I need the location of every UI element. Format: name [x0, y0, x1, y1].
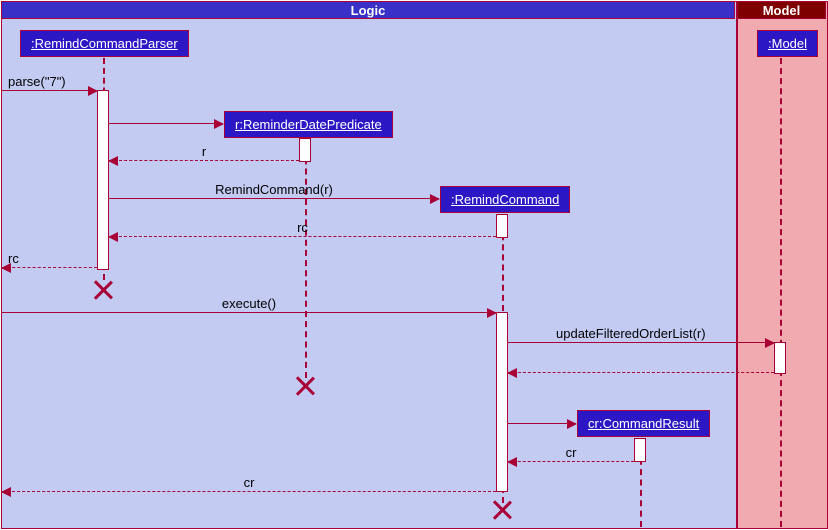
participant-remind-command: :RemindCommand [440, 186, 570, 213]
activation-remind-command-parser [97, 90, 109, 270]
activation-command-result [634, 438, 646, 462]
destroy-reminder-date-predicate [295, 376, 315, 396]
msg-return-rc-label: rc [109, 220, 496, 235]
lifeline-model [780, 58, 782, 527]
msg-create-r [109, 123, 223, 124]
msg-return-cr: cr [508, 461, 634, 462]
msg-parse-label: parse("7") [8, 74, 66, 89]
msg-create-rc: RemindCommand(r) [109, 198, 439, 199]
msg-create-rc-label: RemindCommand(r) [109, 182, 439, 197]
msg-update-filtered: updateFilteredOrderList(r) [508, 342, 774, 343]
msg-create-cr [508, 423, 576, 424]
msg-return-rc: rc [109, 236, 496, 237]
participant-reminder-date-predicate: r:ReminderDatePredicate [224, 111, 393, 138]
msg-return-cr-out-label: cr [2, 475, 496, 490]
participant-command-result: cr:CommandResult [577, 410, 710, 437]
msg-return-model [508, 372, 774, 373]
participant-remind-command-parser: :RemindCommandParser [20, 30, 189, 57]
msg-return-cr-label: cr [508, 445, 634, 460]
partition-logic-title: Logic [1, 1, 735, 19]
partition-model [737, 1, 828, 529]
msg-execute: execute() [2, 312, 496, 313]
destroy-remind-command [492, 500, 512, 520]
msg-return-r: r [109, 160, 299, 161]
activation-reminder-date-predicate-create [299, 138, 311, 162]
msg-return-cr-out: cr [2, 491, 496, 492]
partition-model-title: Model [737, 1, 826, 19]
msg-return-rc-out-label: rc [8, 251, 19, 266]
activation-model [774, 342, 786, 374]
msg-return-r-label: r [109, 144, 299, 159]
participant-model: :Model [757, 30, 818, 57]
activation-remind-command-create [496, 214, 508, 238]
msg-execute-label: execute() [2, 296, 496, 311]
msg-return-rc-out: rc [2, 267, 97, 268]
lifeline-reminder-date-predicate [305, 138, 307, 378]
msg-update-filtered-label: updateFilteredOrderList(r) [556, 326, 706, 341]
destroy-remind-command-parser [93, 280, 113, 300]
sequence-diagram: Logic Model :RemindCommandParser r:Remin… [0, 0, 828, 530]
msg-parse: parse("7") [2, 90, 97, 91]
